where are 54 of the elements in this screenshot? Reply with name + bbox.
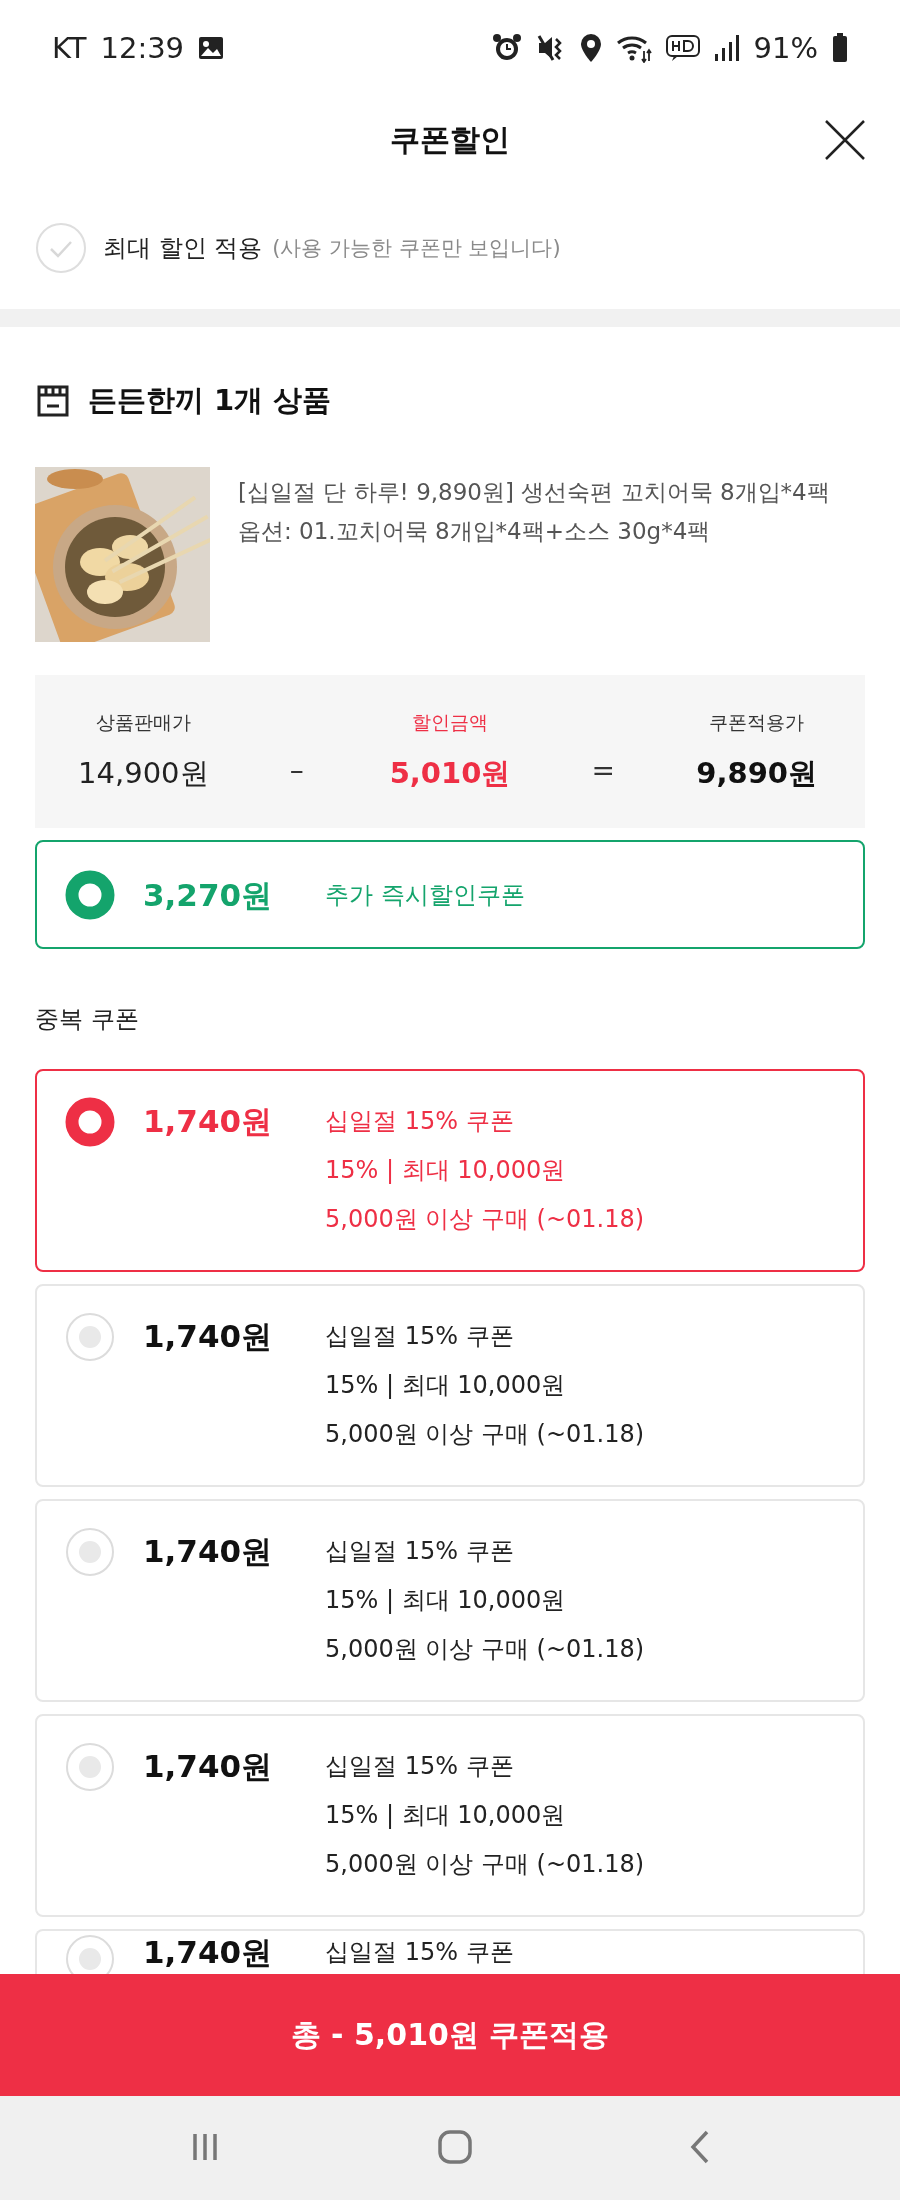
operator-sign: – <box>288 753 305 787</box>
product-option: 옵션: 01.꼬치어묵 8개입*4팩+소스 30g*4팩 <box>238 516 830 547</box>
coupon-name: 십일절 15% 쿠폰 <box>325 1937 514 1968</box>
coupon-card[interactable]: 1,740원 십일절 15% 쿠폰 <box>35 1929 865 1974</box>
coupon-name: 십일절 15% 쿠폰 <box>325 1106 515 1137</box>
price-label: 쿠폰적용가 <box>709 709 805 735</box>
coupon-amount: 1,740원 <box>143 1317 274 1356</box>
hd-icon <box>665 33 700 62</box>
coupon-name: 추가 즉시할인쿠폰 <box>325 879 525 911</box>
coupon-condition: 5,000원 이상 구매 (~01.18) <box>325 1634 645 1665</box>
coupon-name: 십일절 15% 쿠폰 <box>325 1321 515 1352</box>
store-icon <box>36 384 70 418</box>
coupon-amount: 1,740원 <box>143 1934 274 1971</box>
price-label: 상품판매가 <box>95 709 191 735</box>
price-value: 9,890원 <box>696 754 818 792</box>
coupon-condition: 5,000원 이상 구매 (~01.18) <box>325 1204 645 1235</box>
coupon-name: 십일절 15% 쿠폰 <box>325 1536 515 1567</box>
coupon-amount: 1,740원 <box>143 1532 274 1571</box>
coupon-terms: 15% | 최대 10,000원 <box>325 1370 567 1401</box>
location-icon <box>579 32 602 63</box>
image-icon <box>198 35 225 60</box>
store-name: 든든한끼 1개 상품 <box>88 382 332 419</box>
coupon-card[interactable]: 1,740원 십일절 15% 쿠폰 15% | 최대 10,000원 5,000원 이상 구매 (~01.18) <box>35 1284 865 1487</box>
price-value: 14,900원 <box>78 754 209 792</box>
coupon-name: 십일절 15% 쿠폰 <box>325 1751 515 1782</box>
battery-icon <box>832 32 848 63</box>
coupon-terms: 15% | 최대 10,000원 <box>325 1800 567 1831</box>
section-title: 중복 쿠폰 <box>34 1004 140 1035</box>
coupon-card[interactable]: 1,740원 십일절 15% 쿠폰 15% | 최대 10,000원 5,000원 이상 구매 (~01.18) <box>35 1499 865 1702</box>
coupon-terms: 15% | 최대 10,000원 <box>325 1155 567 1186</box>
radio-button[interactable] <box>65 869 115 920</box>
sheet-title: 쿠폰할인 <box>390 120 510 159</box>
clock: 12:39 <box>100 30 185 65</box>
operator-sign: = <box>590 753 617 787</box>
max-discount-label: 최대 할인 적용 <box>103 233 263 264</box>
max-discount-note: (사용 가능한 쿠폰만 보입니다) <box>272 235 561 262</box>
product-title: [십일절 단 하루! 9,890원] 생선숙편 꼬치어묵 8개입*4팩 <box>238 478 830 507</box>
price-value: 5,010원 <box>389 754 511 792</box>
checkbox[interactable] <box>35 222 87 274</box>
radio-button[interactable] <box>65 1097 115 1147</box>
coupon-amount: 1,740원 <box>143 1102 274 1141</box>
carrier: KT <box>52 30 87 65</box>
apply-coupon-button[interactable]: 총 - 5,010원 쿠폰적용 <box>0 1974 900 2096</box>
alarm-icon <box>491 32 522 63</box>
coupon-condition: 5,000원 이상 구매 (~01.18) <box>325 1419 645 1450</box>
price-label: 할인금액 <box>412 709 488 735</box>
coupon-terms: 15% | 최대 10,000원 <box>325 1585 567 1616</box>
coupon-card[interactable]: 1,740원 십일절 15% 쿠폰 15% | 최대 10,000원 5,000원 이상 구매 (~01.18) <box>35 1714 865 1917</box>
coupon-card[interactable]: 1,740원 십일절 15% 쿠폰 15% | 최대 10,000원 5,000원 이상 구매 (~01.18) <box>35 1069 865 1272</box>
coupon-amount: 3,270원 <box>143 875 274 915</box>
coupon-amount: 1,740원 <box>143 1747 274 1786</box>
battery-percent: 91% <box>753 30 818 65</box>
signal-icon <box>713 33 740 62</box>
coupon-condition: 5,000원 이상 구매 (~01.18) <box>325 1849 645 1880</box>
